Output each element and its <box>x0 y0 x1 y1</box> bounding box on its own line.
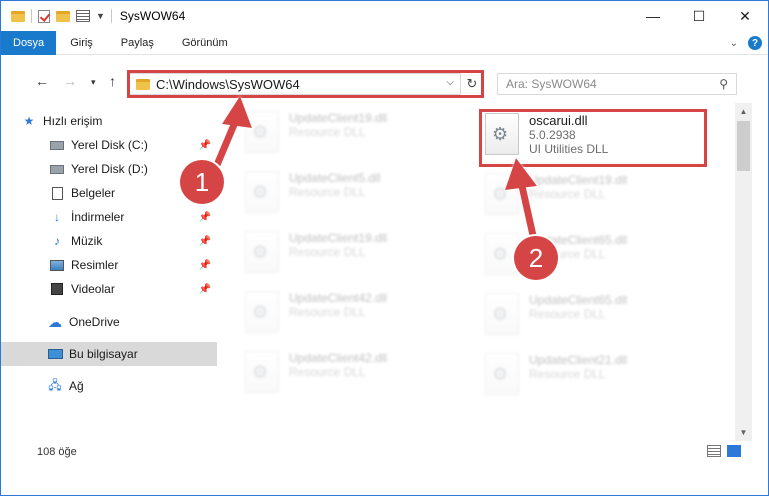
sidebar-item-downloads[interactable]: ↓ İndirmeler 📌 <box>1 205 217 229</box>
sidebar-item-label: Belgeler <box>71 186 116 200</box>
sidebar-item-music[interactable]: ♪ Müzik 📌 <box>1 229 217 253</box>
up-arrow-icon[interactable]: ↑ <box>109 73 116 89</box>
dll-file-icon: ⚙ <box>485 293 519 335</box>
sidebar-item-label: Yerel Disk (C:) <box>71 138 148 152</box>
scroll-thumb[interactable] <box>737 121 750 171</box>
list-item[interactable]: ⚙ UpdateClient42.dll Resource DLL <box>245 351 471 403</box>
computer-icon <box>47 347 63 361</box>
recent-locations-icon[interactable]: ▾ <box>91 77 96 88</box>
navigation-pane: ★ Hızlı erişim Yerel Disk (C:) 📌 Yerel D… <box>1 109 217 439</box>
star-icon: ★ <box>23 114 35 128</box>
status-bar: 108 öğe <box>1 441 768 463</box>
window-controls: — ☐ ✕ <box>630 1 768 31</box>
drive-icon <box>49 162 65 176</box>
tab-view[interactable]: Görünüm <box>168 31 242 55</box>
sidebar-item-label: Müzik <box>71 234 103 248</box>
sidebar-item-this-pc[interactable]: Bu bilgisayar <box>1 342 217 366</box>
ribbon-right-controls: ⌄ ? <box>730 31 762 55</box>
title-bar: ▼ SysWOW64 — ☐ ✕ <box>1 1 768 31</box>
folder-icon <box>11 10 25 22</box>
sidebar-item-label: Hızlı erişim <box>43 114 103 128</box>
sidebar-item-network[interactable]: 🖧 Ağ <box>1 374 217 398</box>
dll-file-icon: ⚙ <box>245 291 279 333</box>
list-item[interactable]: ⚙ UpdateClient19.dll Resource DLL <box>245 111 471 163</box>
item-count: 108 öğe <box>37 446 77 458</box>
tab-share[interactable]: Paylaş <box>107 31 168 55</box>
step-1-badge: 1 <box>180 160 224 204</box>
list-item[interactable]: ⚙ UpdateClient19.dll Resource DLL <box>485 173 711 225</box>
new-folder-icon[interactable] <box>56 10 70 22</box>
music-icon: ♪ <box>54 234 60 248</box>
explorer-window: ▼ SysWOW64 — ☐ ✕ Dosya Giriş Paylaş Görü… <box>0 0 769 496</box>
cloud-icon: ☁ <box>48 313 62 330</box>
navigation-bar: ← → ▾ ↑ C:\Windows\SysWOW64 ⌵ ↻ Ara: Sys… <box>1 59 768 103</box>
quick-access-toolbar: ▼ <box>11 9 112 23</box>
pictures-icon <box>49 258 65 272</box>
sidebar-item-label: Resimler <box>71 258 119 272</box>
view-properties-icon[interactable] <box>76 10 90 22</box>
maximize-button[interactable]: ☐ <box>676 1 722 31</box>
sidebar-item-label: OneDrive <box>69 315 120 329</box>
sidebar-item-label: Bu bilgisayar <box>69 347 138 361</box>
toolbar-separator <box>31 9 32 23</box>
refresh-icon[interactable]: ↻ <box>462 73 482 95</box>
tab-file[interactable]: Dosya <box>1 30 57 55</box>
sidebar-item-pictures[interactable]: Resimler 📌 <box>1 253 217 277</box>
pin-icon[interactable]: 📌 <box>199 260 211 271</box>
dll-file-icon: ⚙ <box>245 231 279 273</box>
list-item[interactable]: ⚙ UpdateClient5.dll Resource DLL <box>245 171 471 223</box>
details-view-icon[interactable] <box>707 445 721 457</box>
step-2-badge: 2 <box>514 236 558 280</box>
help-icon[interactable]: ? <box>748 36 762 50</box>
search-input[interactable]: Ara: SysWOW64 ⚲ <box>497 73 737 95</box>
file-highlight-box <box>479 109 707 167</box>
toolbar-separator <box>110 9 112 23</box>
file-list: ⚙ UpdateClient19.dll Resource DLL ⚙ Updat… <box>219 101 735 441</box>
sidebar-item-local-disk-c[interactable]: Yerel Disk (C:) 📌 <box>1 133 217 157</box>
dll-file-icon: ⚙ <box>485 173 519 215</box>
vertical-scrollbar[interactable]: ▲ ▼ <box>735 103 752 441</box>
sidebar-item-label: Ağ <box>69 379 84 393</box>
download-icon: ↓ <box>54 210 60 224</box>
search-placeholder: Ara: SysWOW64 <box>506 77 597 91</box>
customize-toolbar-icon[interactable]: ▼ <box>96 11 105 21</box>
properties-check-icon[interactable] <box>38 9 50 23</box>
address-highlight-box <box>127 70 484 98</box>
scroll-up-icon[interactable]: ▲ <box>735 103 752 120</box>
dll-file-icon: ⚙ <box>245 171 279 213</box>
sidebar-item-quick-access[interactable]: ★ Hızlı erişim <box>1 109 217 133</box>
sidebar-item-videos[interactable]: Videolar 📌 <box>1 277 217 301</box>
sidebar-item-label: İndirmeler <box>71 210 125 224</box>
dll-file-icon: ⚙ <box>245 351 279 393</box>
list-item[interactable]: ⚙ UpdateClient42.dll Resource DLL <box>245 291 471 343</box>
video-icon <box>49 282 65 296</box>
pin-icon[interactable]: 📌 <box>199 140 211 151</box>
tiles-view-icon[interactable] <box>727 445 741 457</box>
sidebar-item-label: Yerel Disk (D:) <box>71 162 148 176</box>
drive-icon <box>49 138 65 152</box>
forward-arrow-icon[interactable]: → <box>63 73 77 89</box>
ribbon-tabs: Dosya Giriş Paylaş Görünüm ⌄ ? <box>1 30 768 55</box>
pin-icon[interactable]: 📌 <box>199 284 211 295</box>
tab-home[interactable]: Giriş <box>56 31 107 55</box>
pin-icon[interactable]: 📌 <box>199 236 211 247</box>
network-icon: 🖧 <box>48 377 62 392</box>
list-item[interactable]: ⚙ UpdateClient19.dll Resource DLL <box>245 231 471 283</box>
documents-icon <box>49 186 65 200</box>
close-button[interactable]: ✕ <box>722 1 768 31</box>
minimize-button[interactable]: — <box>630 1 676 31</box>
list-item[interactable]: ⚙ UpdateClient65.dll Resource DLL <box>485 293 711 345</box>
pin-icon[interactable]: 📌 <box>199 212 211 223</box>
dll-file-icon: ⚙ <box>245 111 279 153</box>
search-icon[interactable]: ⚲ <box>719 77 728 91</box>
back-arrow-icon[interactable]: ← <box>35 73 49 89</box>
sidebar-item-onedrive[interactable]: ☁ OneDrive <box>1 310 217 334</box>
dll-file-icon: ⚙ <box>485 353 519 395</box>
sidebar-item-label: Videolar <box>71 282 115 296</box>
window-title: SysWOW64 <box>119 9 186 23</box>
list-item[interactable]: ⚙ UpdateClient21.dll Resource DLL <box>485 353 711 405</box>
expand-ribbon-icon[interactable]: ⌄ <box>730 38 738 49</box>
scroll-down-icon[interactable]: ▼ <box>735 424 752 441</box>
